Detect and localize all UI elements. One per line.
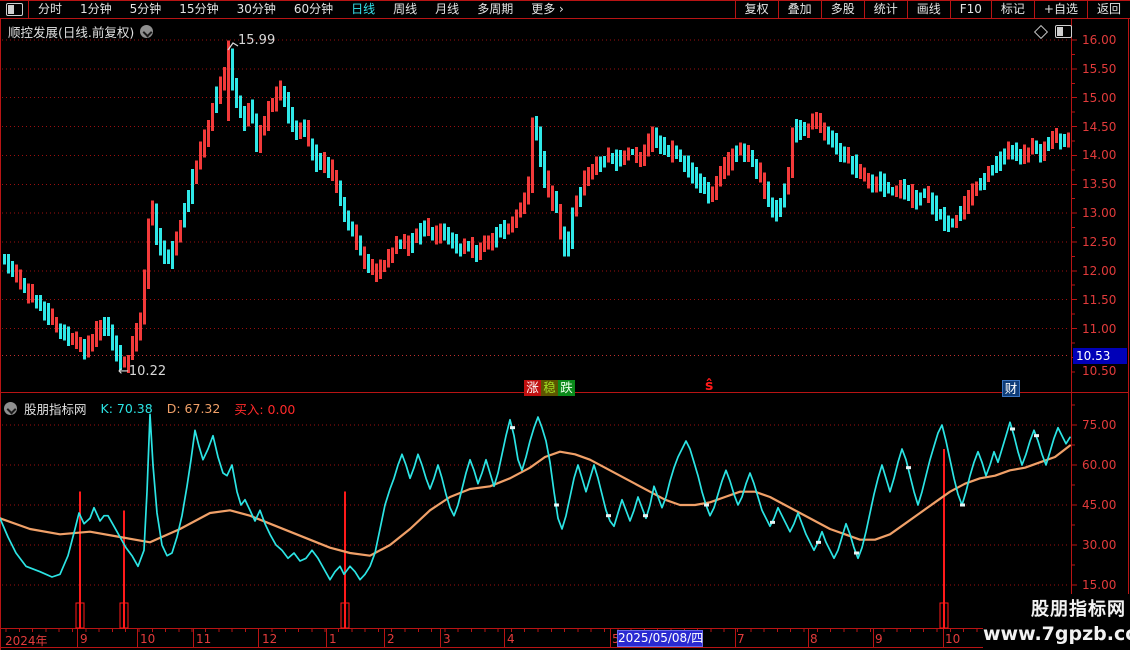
watermark-line2: www.7gpzb.com [983, 623, 1130, 645]
marker-fall: 跌 [558, 380, 575, 396]
tool-button-返回[interactable]: 返回 [1088, 1, 1130, 18]
panes-icon [5, 3, 23, 16]
time-axis-label-10: 10 [945, 632, 961, 646]
tool-button-画线[interactable]: 画线 [908, 1, 951, 18]
y-axis-label-main: 13.50 [1082, 177, 1117, 192]
y-axis-label-main: 14.50 [1082, 119, 1117, 134]
time-axis-label-2: 2 [387, 632, 395, 646]
y-axis-label-indicator: 30.00 [1082, 538, 1117, 552]
time-axis-label-9: 9 [875, 632, 883, 646]
current-price-box: 10.53 [1073, 348, 1127, 364]
menu-item-15分钟[interactable]: 15分钟 [170, 1, 227, 18]
trading-app-window: 分时 1分钟 5分钟 15分钟 30分钟 60分钟 日线 周线 月线 多周期 更多 › 复权 叠加多… [0, 0, 1130, 650]
time-axis-label-10: 10 [140, 632, 156, 646]
menu-item-30分钟[interactable]: 30分钟 [228, 1, 285, 18]
selected-date-box: 2025/05/08/四 [617, 630, 704, 647]
time-axis-label-8: 8 [810, 632, 818, 646]
y-axis-label-indicator: 45.00 [1082, 498, 1117, 512]
more-label: 更多 [531, 2, 556, 16]
indicator-name: 股朋指标网 [24, 402, 87, 417]
watermark-line1: 股朋指标网 [1031, 599, 1126, 620]
indicator-dropdown-icon[interactable] [4, 402, 17, 415]
tool-button-F10[interactable]: F10 [951, 1, 992, 18]
menu-item-日线[interactable]: 日线 [342, 1, 384, 18]
y-axis-label-indicator: 75.00 [1082, 418, 1117, 432]
layout-toggle-button[interactable] [0, 1, 29, 18]
menu-item-分时[interactable]: 分时 [29, 1, 71, 18]
menu-item-more[interactable]: 更多 › [522, 1, 573, 18]
y-axis-label-main: 13.00 [1082, 206, 1117, 221]
time-axis-label-1: 1 [329, 632, 337, 646]
chart-graphics[interactable] [0, 0, 1130, 650]
watermark: 股朋指标网 www.7gpzb.com [983, 594, 1130, 650]
indicator-header: 股朋指标网 K: 70.38 D: 67.32 买入: 0.00 [4, 399, 295, 418]
y-axis-label-main: 16.00 [1082, 33, 1117, 47]
chevron-right-icon: › [559, 2, 564, 16]
high-annotation: 15.99 [238, 33, 276, 48]
buy-value-label: 买入: 0.00 [234, 402, 296, 417]
tool-button-多股[interactable]: 多股 [822, 1, 865, 18]
tool-button-复权[interactable]: 复权 [736, 1, 779, 18]
year-label: 2024年 [5, 634, 48, 648]
low-annotation: ←10.22 [118, 364, 167, 379]
menu-item-1分钟[interactable]: 1分钟 [71, 1, 121, 18]
chart-title: 顺控发展(日线.前复权) [8, 25, 135, 40]
menu-item-月线[interactable]: 月线 [426, 1, 468, 18]
tool-button-统计[interactable]: 统计 [865, 1, 908, 18]
y-axis-label-indicator: 60.00 [1082, 458, 1117, 472]
d-value-label: D: 67.32 [166, 401, 221, 416]
menu-item-多周期[interactable]: 多周期 [468, 1, 522, 18]
y-axis-label-main: 11.50 [1082, 292, 1117, 307]
panes-small-icon[interactable] [1055, 25, 1072, 38]
time-axis-label-9: 9 [80, 632, 88, 646]
y-axis-label-main: 11.00 [1082, 321, 1117, 336]
time-axis-label-4: 4 [507, 632, 515, 646]
y-axis-label-main: 15.50 [1082, 61, 1117, 76]
y-axis-label-indicator: 15.00 [1082, 578, 1117, 592]
window-corner-icons [1033, 24, 1072, 39]
y-axis-label-main: 10.50 [1082, 364, 1117, 378]
y-axis-label-main: 15.00 [1082, 90, 1117, 105]
y-axis-label-main: 12.50 [1082, 234, 1117, 249]
diamond-icon[interactable] [1033, 24, 1049, 39]
marker-cai: 财 [1002, 380, 1020, 397]
tool-button-标记[interactable]: 标记 [992, 1, 1035, 18]
menu-item-5分钟[interactable]: 5分钟 [121, 1, 171, 18]
menu-item-60分钟[interactable]: 60分钟 [285, 1, 342, 18]
time-axis-label-3: 3 [443, 632, 451, 646]
time-axis-label-11: 11 [196, 632, 212, 646]
time-axis-label-12: 12 [262, 632, 278, 646]
y-axis-label-main: 14.00 [1082, 148, 1117, 163]
marker-rise: 涨 [524, 380, 541, 396]
menu-item-周线[interactable]: 周线 [384, 1, 426, 18]
marker-s: ŝ [705, 378, 714, 394]
title-dropdown-icon[interactable] [140, 25, 154, 38]
period-menu: 分时 1分钟 5分钟 15分钟 30分钟 60分钟 日线 周线 月线 多周期 [29, 1, 522, 18]
k-value-label: K: 70.38 [100, 401, 153, 416]
y-axis-label-main: 12.00 [1082, 263, 1117, 278]
tool-button-+自选[interactable]: +自选 [1035, 1, 1088, 18]
marker-flat: 稳 [541, 380, 558, 396]
time-axis-label-7: 7 [737, 632, 745, 646]
top-toolbar: 分时 1分钟 5分钟 15分钟 30分钟 60分钟 日线 周线 月线 多周期 更多 › 复权 叠加多… [0, 0, 1130, 19]
tools-menu: 复权 叠加 多股 统计 画线 F10 标记 +自选 返回 [734, 1, 1130, 18]
chart-title-row: 顺控发展(日线.前复权) [8, 22, 154, 41]
tool-button-叠加[interactable]: 叠加 [779, 1, 822, 18]
